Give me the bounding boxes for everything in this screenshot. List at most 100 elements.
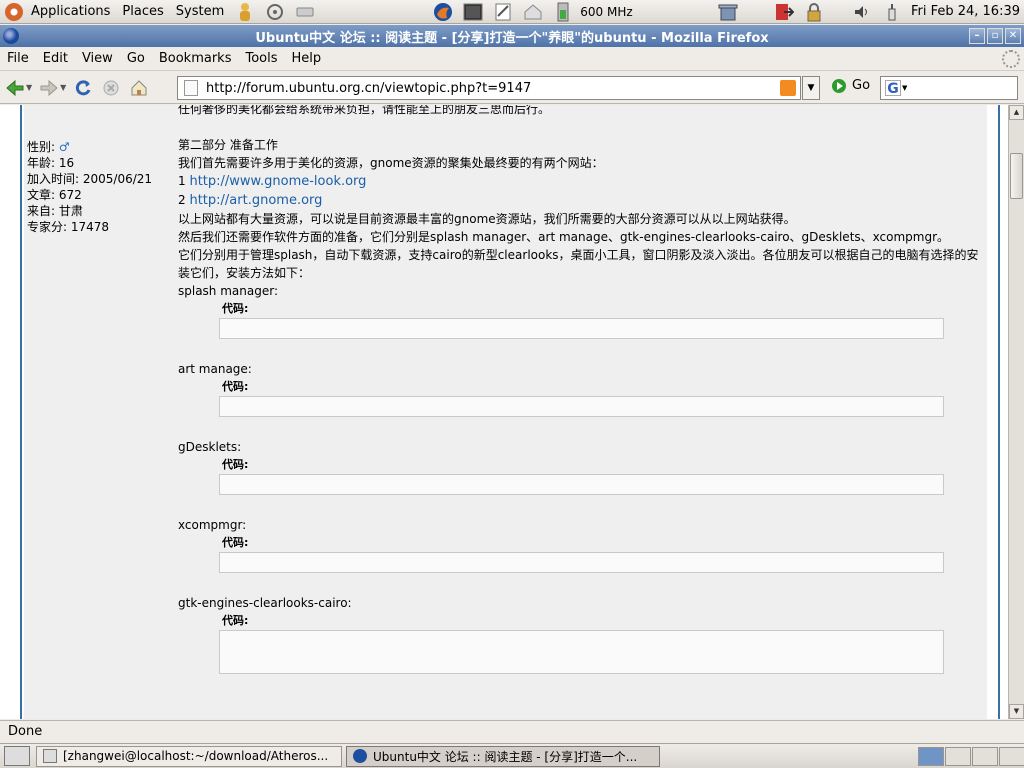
scroll-up-arrow-icon[interactable]: ▲	[1009, 105, 1024, 120]
firefox-window-icon[interactable]	[3, 28, 19, 44]
window-title: Ubuntu中文 论坛 :: 阅读主题 - [分享]打造一个"养眼"的ubunt…	[255, 30, 769, 46]
panel-menu-applications[interactable]: Applications	[25, 4, 116, 19]
workspace-2[interactable]	[945, 747, 971, 766]
post-body-column: 任何奢侈的美化都会给系统带来负担，请性能至上的朋友三思而后行。 第二部分 准备工…	[175, 105, 987, 719]
code-label: 代码:	[222, 380, 249, 393]
menu-view[interactable]: View	[75, 51, 120, 66]
forward-history-dropdown[interactable]: ▼	[60, 83, 66, 92]
resource-link-row: 1 http://www.gnome-look.org	[178, 172, 988, 191]
taskbar-item-label: Ubuntu中文 论坛 :: 阅读主题 - [分享]打造一个...	[373, 749, 638, 764]
lock-screen-icon[interactable]	[803, 2, 825, 22]
workspace-4[interactable]	[999, 747, 1024, 766]
post-line: 它们分别用于管理splash，自动下载资源，支持cairo的新型clearloo…	[178, 248, 979, 280]
reload-button[interactable]	[70, 75, 96, 101]
poster-gender: 性别: ♂	[27, 139, 152, 155]
stop-button[interactable]	[98, 75, 124, 101]
install-section-title: xcompmgr:	[178, 518, 247, 532]
menu-edit[interactable]: Edit	[36, 51, 75, 66]
home-button[interactable]	[126, 75, 152, 101]
firefox-launcher-icon[interactable]	[432, 2, 454, 22]
search-engine-dropdown[interactable]: ▼	[902, 84, 907, 92]
close-button[interactable]: ✕	[1005, 28, 1021, 44]
terminal-launcher-icon[interactable]	[462, 2, 484, 22]
url-bar[interactable]	[177, 76, 801, 100]
activity-throbber-icon	[1002, 50, 1020, 68]
code-block[interactable]	[219, 552, 944, 573]
vertical-scrollbar[interactable]: ▲ ▼	[1008, 105, 1024, 719]
poster-location: 来自: 甘肃	[27, 204, 83, 218]
cpu-frequency: 600 MHz	[580, 4, 633, 19]
page-icon	[184, 80, 198, 96]
back-arrow-icon	[6, 79, 24, 96]
post-line: 我们首先需要许多用于美化的资源，gnome资源的聚集处最终要的有两个网站：	[178, 156, 604, 170]
scrollbar-thumb[interactable]	[1010, 153, 1023, 199]
code-label: 代码:	[222, 302, 249, 315]
go-label: Go	[852, 78, 871, 93]
panel-menu-system[interactable]: System	[170, 4, 230, 19]
menu-help[interactable]: Help	[285, 51, 329, 66]
ubuntu-logo-icon[interactable]	[5, 2, 23, 21]
menu-tools[interactable]: Tools	[238, 51, 284, 66]
workspace-3[interactable]	[972, 747, 998, 766]
poster-gender-label: 性别:	[27, 140, 56, 154]
install-section-title: splash manager:	[178, 284, 278, 298]
taskbar-item-label: [zhangwei@localhost:~/download/Atheros..…	[63, 749, 329, 763]
taskbar-item-firefox[interactable]: Ubuntu中文 论坛 :: 阅读主题 - [分享]打造一个...	[346, 745, 660, 767]
maximize-button[interactable]: ▫	[987, 28, 1003, 44]
settings-launcher-icon[interactable]	[264, 2, 286, 22]
forward-button[interactable]	[36, 75, 62, 101]
search-bar[interactable]: G ▼	[880, 76, 1018, 100]
back-button[interactable]	[2, 75, 28, 101]
scroll-down-arrow-icon[interactable]: ▼	[1009, 704, 1024, 719]
code-block[interactable]	[219, 630, 944, 674]
status-text: Done	[8, 724, 43, 739]
male-icon: ♂	[58, 140, 70, 154]
top-panel: Applications Places System 600 MHz Fri F…	[0, 0, 1024, 24]
trash-icon[interactable]	[717, 2, 739, 22]
post-line: 然后我们还需要作软件方面的准备，它们分别是splash manager、art …	[178, 230, 950, 244]
panel-menu-places[interactable]: Places	[116, 4, 169, 19]
navigation-toolbar: ▼ ▼ ▼ Go G ▼	[0, 72, 1024, 104]
go-button[interactable]: Go	[832, 78, 870, 93]
code-label: 代码:	[222, 458, 249, 471]
resource-link-row: 2 http://art.gnome.org	[178, 191, 988, 210]
post-body: 任何奢侈的美化都会给系统带来负担，请性能至上的朋友三思而后行。 第二部分 准备工…	[178, 105, 988, 674]
taskbar-item-terminal[interactable]: [zhangwei@localhost:~/download/Atheros..…	[36, 745, 342, 767]
poster-expert-score: 专家分: 17478	[27, 220, 110, 234]
forward-arrow-icon	[40, 79, 58, 96]
home-folder-launcher-icon[interactable]	[522, 2, 544, 22]
text-editor-launcher-icon[interactable]	[492, 2, 514, 22]
home-icon	[131, 79, 147, 95]
poster-post-count: 文章: 672	[27, 188, 82, 202]
power-icon	[881, 2, 903, 22]
post-line: 任何奢侈的美化都会给系统带来负担，请性能至上的朋友三思而后行。	[178, 105, 551, 116]
google-search-engine-icon[interactable]: G	[885, 80, 901, 97]
show-desktop-icon[interactable]	[4, 746, 30, 766]
install-section-title: gtk-engines-clearlooks-cairo:	[178, 596, 352, 610]
workspace-1[interactable]	[918, 747, 944, 766]
poster-age: 年龄: 16	[27, 156, 75, 170]
menu-go[interactable]: Go	[120, 51, 152, 66]
panel-clock[interactable]: Fri Feb 24, 16:39	[911, 4, 1020, 19]
resource-number: 2	[178, 193, 186, 207]
window-titlebar[interactable]: Ubuntu中文 论坛 :: 阅读主题 - [分享]打造一个"养眼"的ubunt…	[0, 25, 1024, 47]
back-history-dropdown[interactable]: ▼	[26, 83, 32, 92]
gnome-look-link[interactable]: http://www.gnome-look.org	[189, 174, 366, 189]
menu-bookmarks[interactable]: Bookmarks	[152, 51, 239, 66]
minimize-button[interactable]: –	[969, 28, 985, 44]
keyboard-launcher-icon[interactable]	[294, 2, 316, 22]
workspace-switcher	[918, 747, 1024, 766]
page-content: 性别: ♂ 年龄: 16 加入时间: 2005/06/21 文章: 672 来自…	[0, 105, 1008, 719]
art-gnome-link[interactable]: http://art.gnome.org	[189, 193, 322, 208]
user-launcher-icon[interactable]	[234, 2, 256, 22]
url-input[interactable]	[206, 80, 766, 96]
menu-file[interactable]: File	[0, 51, 36, 66]
volume-icon[interactable]	[851, 2, 873, 22]
firefox-icon	[353, 749, 367, 763]
logout-icon[interactable]	[773, 2, 795, 22]
rss-feed-icon[interactable]	[780, 80, 796, 96]
code-block[interactable]	[219, 318, 944, 339]
url-history-dropdown[interactable]: ▼	[802, 76, 820, 100]
code-block[interactable]	[219, 474, 944, 495]
code-block[interactable]	[219, 396, 944, 417]
